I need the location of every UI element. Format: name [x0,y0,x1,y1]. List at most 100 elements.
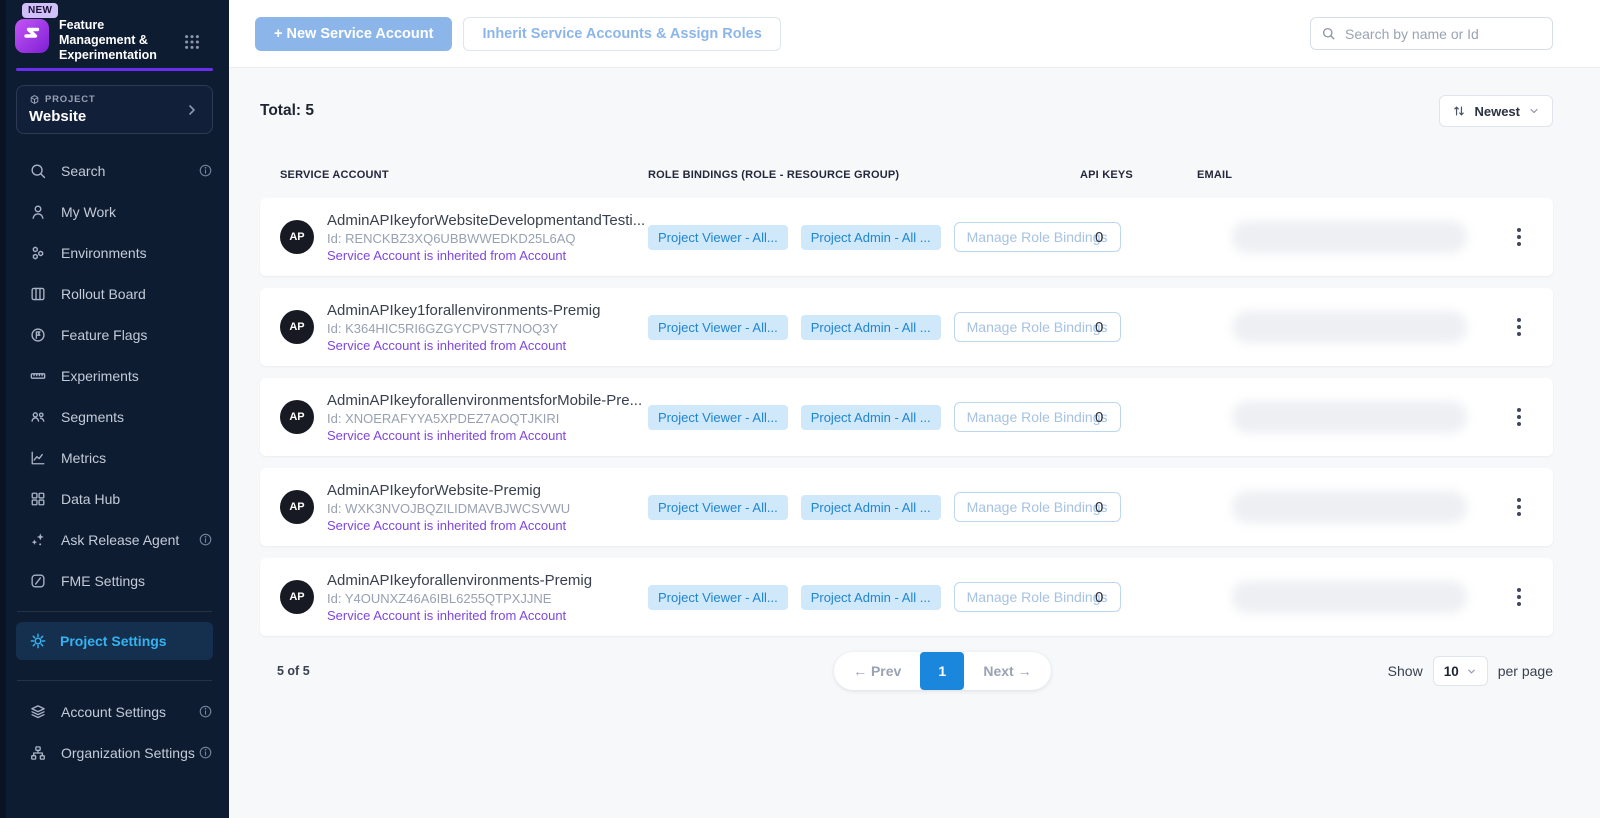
email-redacted [1232,311,1467,343]
chart-icon [28,448,48,468]
next-page-button[interactable]: Next → [964,663,1050,679]
sparkles-icon [28,530,48,550]
table-header: SERVICE ACCOUNT ROLE BINDINGS (ROLE - RE… [260,169,1553,181]
gear-icon [28,631,48,651]
table-row: AP AdminAPIkeyforallenvironments-Premig … [260,558,1553,636]
service-account-name: AdminAPIkeyforWebsite-Premig [327,482,570,499]
brand-accent-line [16,68,213,71]
sidebar-item-feature-flags[interactable]: Feature Flags [0,314,229,355]
service-account-id: Id: XNOERAFYYA5XPDEZ7AOQTJKIRI [327,411,642,426]
role-badge: Project Admin - All ... [801,405,941,430]
sidebar-item-fme-settings[interactable]: FME Settings [0,560,229,601]
sort-label: Newest [1474,104,1520,119]
row-menu-button[interactable] [1501,492,1537,522]
sidebar-item-my-work[interactable]: My Work [0,191,229,232]
show-label: Show [1388,663,1423,679]
sidebar-item-rollout-board[interactable]: Rollout Board [0,273,229,314]
column-service-account: SERVICE ACCOUNT [280,169,648,181]
ruler-icon [28,366,48,386]
avatar: AP [280,310,314,344]
sidebar-item-segments[interactable]: Segments [0,396,229,437]
service-account-id: Id: WXK3NVOJBQZILIDMAVBJWCSVWU [327,501,570,516]
email-redacted [1232,491,1467,523]
per-page-label: per page [1498,663,1553,679]
project-cube-icon [29,94,40,105]
sidebar-nav: Search My Work Environments Rollout Boar… [0,150,229,601]
sort-dropdown[interactable]: Newest [1439,95,1553,127]
row-menu-button[interactable] [1501,222,1537,252]
inherited-note: Service Account is inherited from Accoun… [327,248,645,263]
table-row: AP AdminAPIkeyforWebsiteDevelopmentandTe… [260,198,1553,276]
row-menu-button[interactable] [1501,582,1537,612]
board-icon [28,284,48,304]
email-redacted [1232,221,1467,253]
search-input[interactable] [1343,25,1542,43]
role-badge: Project Viewer - All... [648,495,788,520]
sidebar-item-data-hub[interactable]: Data Hub [0,478,229,519]
prev-page-button[interactable]: ← Prev [834,663,920,679]
people-icon [28,407,48,427]
api-keys-count: 0 [1080,229,1197,246]
sidebar-item-organization-settings[interactable]: Organization Settings [0,732,229,773]
sidebar-bottom-nav: Account Settings Organization Settings [0,691,229,773]
column-email: EMAIL [1197,169,1501,181]
row-count: 5 of 5 [260,664,497,678]
search-box [1310,17,1553,50]
flag-icon [28,325,48,345]
pagination: ← Prev 1 Next → [834,652,1050,690]
project-selector[interactable]: PROJECT Website [16,85,213,134]
api-keys-count: 0 [1080,319,1197,336]
table-row: AP AdminAPIkeyforWebsite-Premig Id: WXK3… [260,468,1553,546]
sidebar-item-ask-release-agent[interactable]: Ask Release Agent [0,519,229,560]
service-account-id: Id: Y4OUNXZ46A6IBL6255QTPXJJNE [327,591,592,606]
row-menu-button[interactable] [1501,312,1537,342]
info-icon [198,745,213,760]
chevron-down-icon [1528,105,1540,117]
search-icon [28,161,48,181]
api-keys-count: 0 [1080,499,1197,516]
table-row: AP AdminAPIkeyforallenvironmentsforMobil… [260,378,1553,456]
new-service-account-button[interactable]: + New Service Account [255,17,452,51]
avatar: AP [280,220,314,254]
org-gear-icon [28,743,48,763]
email-cell [1197,491,1501,523]
service-account-name: AdminAPIkeyforallenvironmentsforMobile-P… [327,392,642,409]
product-title: Feature Management & Experimentation [59,18,177,63]
inherited-note: Service Account is inherited from Accoun… [327,608,592,623]
total-count: Total: 5 [260,102,314,120]
service-account-name: AdminAPIkeyforWebsiteDevelopmentandTesti… [327,212,645,229]
current-page-button[interactable]: 1 [920,652,964,690]
row-menu-button[interactable] [1501,402,1537,432]
role-badge: Project Viewer - All... [648,585,788,610]
service-account-name: AdminAPIkey1forallenvironments-Premig [327,302,600,319]
role-badge: Project Admin - All ... [801,495,941,520]
app-switcher-icon[interactable] [183,33,201,63]
sidebar-item-label: Project Settings [60,633,167,649]
search-icon [1321,26,1336,41]
api-keys-count: 0 [1080,589,1197,606]
sidebar-item-environments[interactable]: Environments [0,232,229,273]
api-keys-count: 0 [1080,409,1197,426]
sidebar-item-project-settings[interactable]: Project Settings [16,622,213,660]
avatar: AP [280,400,314,434]
sidebar-header: NEW Feature Management & Experimentation [0,0,229,63]
column-role-bindings: ROLE BINDINGS (ROLE - RESOURCE GROUP) [648,169,1080,181]
inherit-service-accounts-button[interactable]: Inherit Service Accounts & Assign Roles [463,17,780,51]
table-footer: 5 of 5 ← Prev 1 Next → Show 10 per page [260,652,1553,690]
layers-gear-icon [28,702,48,722]
sidebar-item-experiments[interactable]: Experiments [0,355,229,396]
sidebar-divider [17,611,212,612]
content-area: Total: 5 Newest SERVICE ACCOUNT ROLE BIN… [229,68,1600,818]
inherited-note: Service Account is inherited from Accoun… [327,518,570,533]
email-redacted [1232,581,1467,613]
sidebar-item-account-settings[interactable]: Account Settings [0,691,229,732]
inherited-note: Service Account is inherited from Accoun… [327,338,600,353]
page-size-dropdown[interactable]: 10 [1433,656,1488,686]
project-label: PROJECT [45,94,95,105]
sidebar-item-metrics[interactable]: Metrics [0,437,229,478]
data-hub-icon [28,489,48,509]
sort-arrows-icon [1452,104,1466,118]
sidebar-item-search[interactable]: Search [0,150,229,191]
email-cell [1197,221,1501,253]
role-badge: Project Admin - All ... [801,315,941,340]
